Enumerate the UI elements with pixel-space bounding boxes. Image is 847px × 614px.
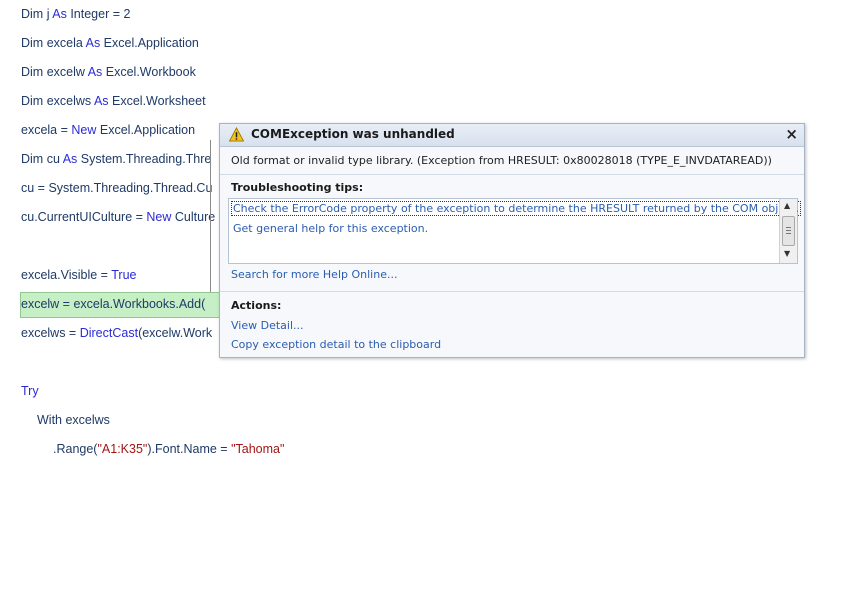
code-keyword: Try (21, 384, 39, 398)
copy-exception-detail-link[interactable]: Copy exception detail to the clipboard (231, 338, 441, 351)
code-keyword: As (85, 36, 101, 50)
code-text: Excel.Workbook (102, 65, 196, 79)
code-line-13[interactable]: With excelws (37, 410, 110, 430)
code-line-11[interactable]: excelws = DirectCast(excelw.Work (21, 323, 212, 343)
code-text: excela = (21, 123, 72, 137)
code-text: (excelw.Work (138, 326, 213, 340)
code-text: excelws = (21, 326, 80, 340)
code-keyword: As (93, 94, 109, 108)
close-button[interactable]: × (785, 125, 798, 143)
code-text: Excel.Worksheet (108, 94, 206, 108)
grip-line (786, 227, 791, 228)
code-line-14[interactable]: .Range("A1:K35").Font.Name = "Tahoma" (53, 439, 284, 459)
code-string: "Tahoma" (231, 442, 285, 456)
popup-title: COMException was unhandled (251, 127, 455, 141)
code-line-7[interactable]: cu = System.Threading.Thread.Cu (21, 178, 212, 198)
code-text: Dim excela (21, 36, 86, 50)
view-detail-link[interactable]: View Detail... (231, 319, 304, 332)
code-text: Dim excelws (21, 94, 94, 108)
code-string: "A1:K35" (97, 442, 148, 456)
code-text: With excelws (37, 413, 110, 427)
code-line-6[interactable]: Dim cu As System.Threading.Thre (21, 149, 211, 169)
scroll-thumb[interactable] (782, 216, 795, 246)
code-text: Culture (171, 210, 216, 224)
troubleshooting-tips-label: Troubleshooting tips: (231, 181, 364, 194)
code-line-3[interactable]: Dim excelw As Excel.Workbook (21, 62, 196, 82)
exception-pointer-line (210, 140, 211, 292)
exception-assistant-popup: COMException was unhandled × Old format … (219, 123, 805, 358)
code-keyword: New (71, 123, 97, 137)
troubleshooting-tips-list[interactable]: Check the ErrorCode property of the exce… (228, 198, 801, 264)
code-line-5[interactable]: excela = New Excel.Application (21, 120, 195, 140)
actions-label: Actions: (231, 299, 282, 312)
code-text: Dim cu (21, 152, 63, 166)
code-text: System.Threading.Thre (77, 152, 212, 166)
code-line-9[interactable]: excela.Visible = True (21, 265, 136, 285)
code-text: Integer = 2 (66, 7, 131, 21)
code-text: excelw = excela.Workbooks.Add( (21, 297, 206, 311)
code-text: cu.CurrentUICulture = (21, 210, 147, 224)
scroll-up-icon[interactable]: ▲ (784, 201, 790, 210)
code-line-4[interactable]: Dim excelws As Excel.Worksheet (21, 91, 206, 111)
code-text: Excel.Application (100, 36, 199, 50)
code-keyword: True (111, 268, 137, 282)
code-line-8[interactable]: cu.CurrentUICulture = New Culture (21, 207, 215, 227)
code-line-12[interactable]: Try (21, 381, 39, 401)
code-keyword: New (146, 210, 172, 224)
code-text: Dim j (21, 7, 53, 21)
divider (220, 291, 804, 292)
code-keyword: DirectCast (79, 326, 139, 340)
code-text: .Range( (53, 442, 98, 456)
code-keyword: As (87, 65, 103, 79)
tip-link-errorcode[interactable]: Check the ErrorCode property of the exce… (231, 201, 801, 216)
grip-line (786, 233, 791, 234)
scroll-down-icon[interactable]: ▼ (784, 249, 790, 258)
exception-message: Old format or invalid type library. (Exc… (231, 154, 772, 167)
code-text: cu = System.Threading.Thread.Cu (21, 181, 213, 195)
grip-line (786, 230, 791, 231)
code-line-10-current[interactable]: excelw = excela.Workbooks.Add( (21, 294, 205, 314)
code-keyword: As (52, 7, 67, 21)
code-line-2[interactable]: Dim excela As Excel.Application (21, 33, 199, 53)
code-line-1[interactable]: Dim j As Integer = 2 (21, 4, 130, 24)
code-text: excela.Visible = (21, 268, 112, 282)
code-text: Excel.Application (96, 123, 196, 137)
tip-link-general-help[interactable]: Get general help for this exception. (233, 222, 428, 235)
code-text: ).Font.Name = (147, 442, 232, 456)
tips-scrollbar[interactable]: ▲ ▼ (779, 199, 797, 263)
search-help-online-link[interactable]: Search for more Help Online... (231, 268, 397, 281)
popup-header: COMException was unhandled × (220, 124, 804, 147)
divider (220, 174, 804, 175)
warning-icon (229, 127, 244, 142)
code-text: Dim excelw (21, 65, 88, 79)
code-keyword: As (62, 152, 78, 166)
